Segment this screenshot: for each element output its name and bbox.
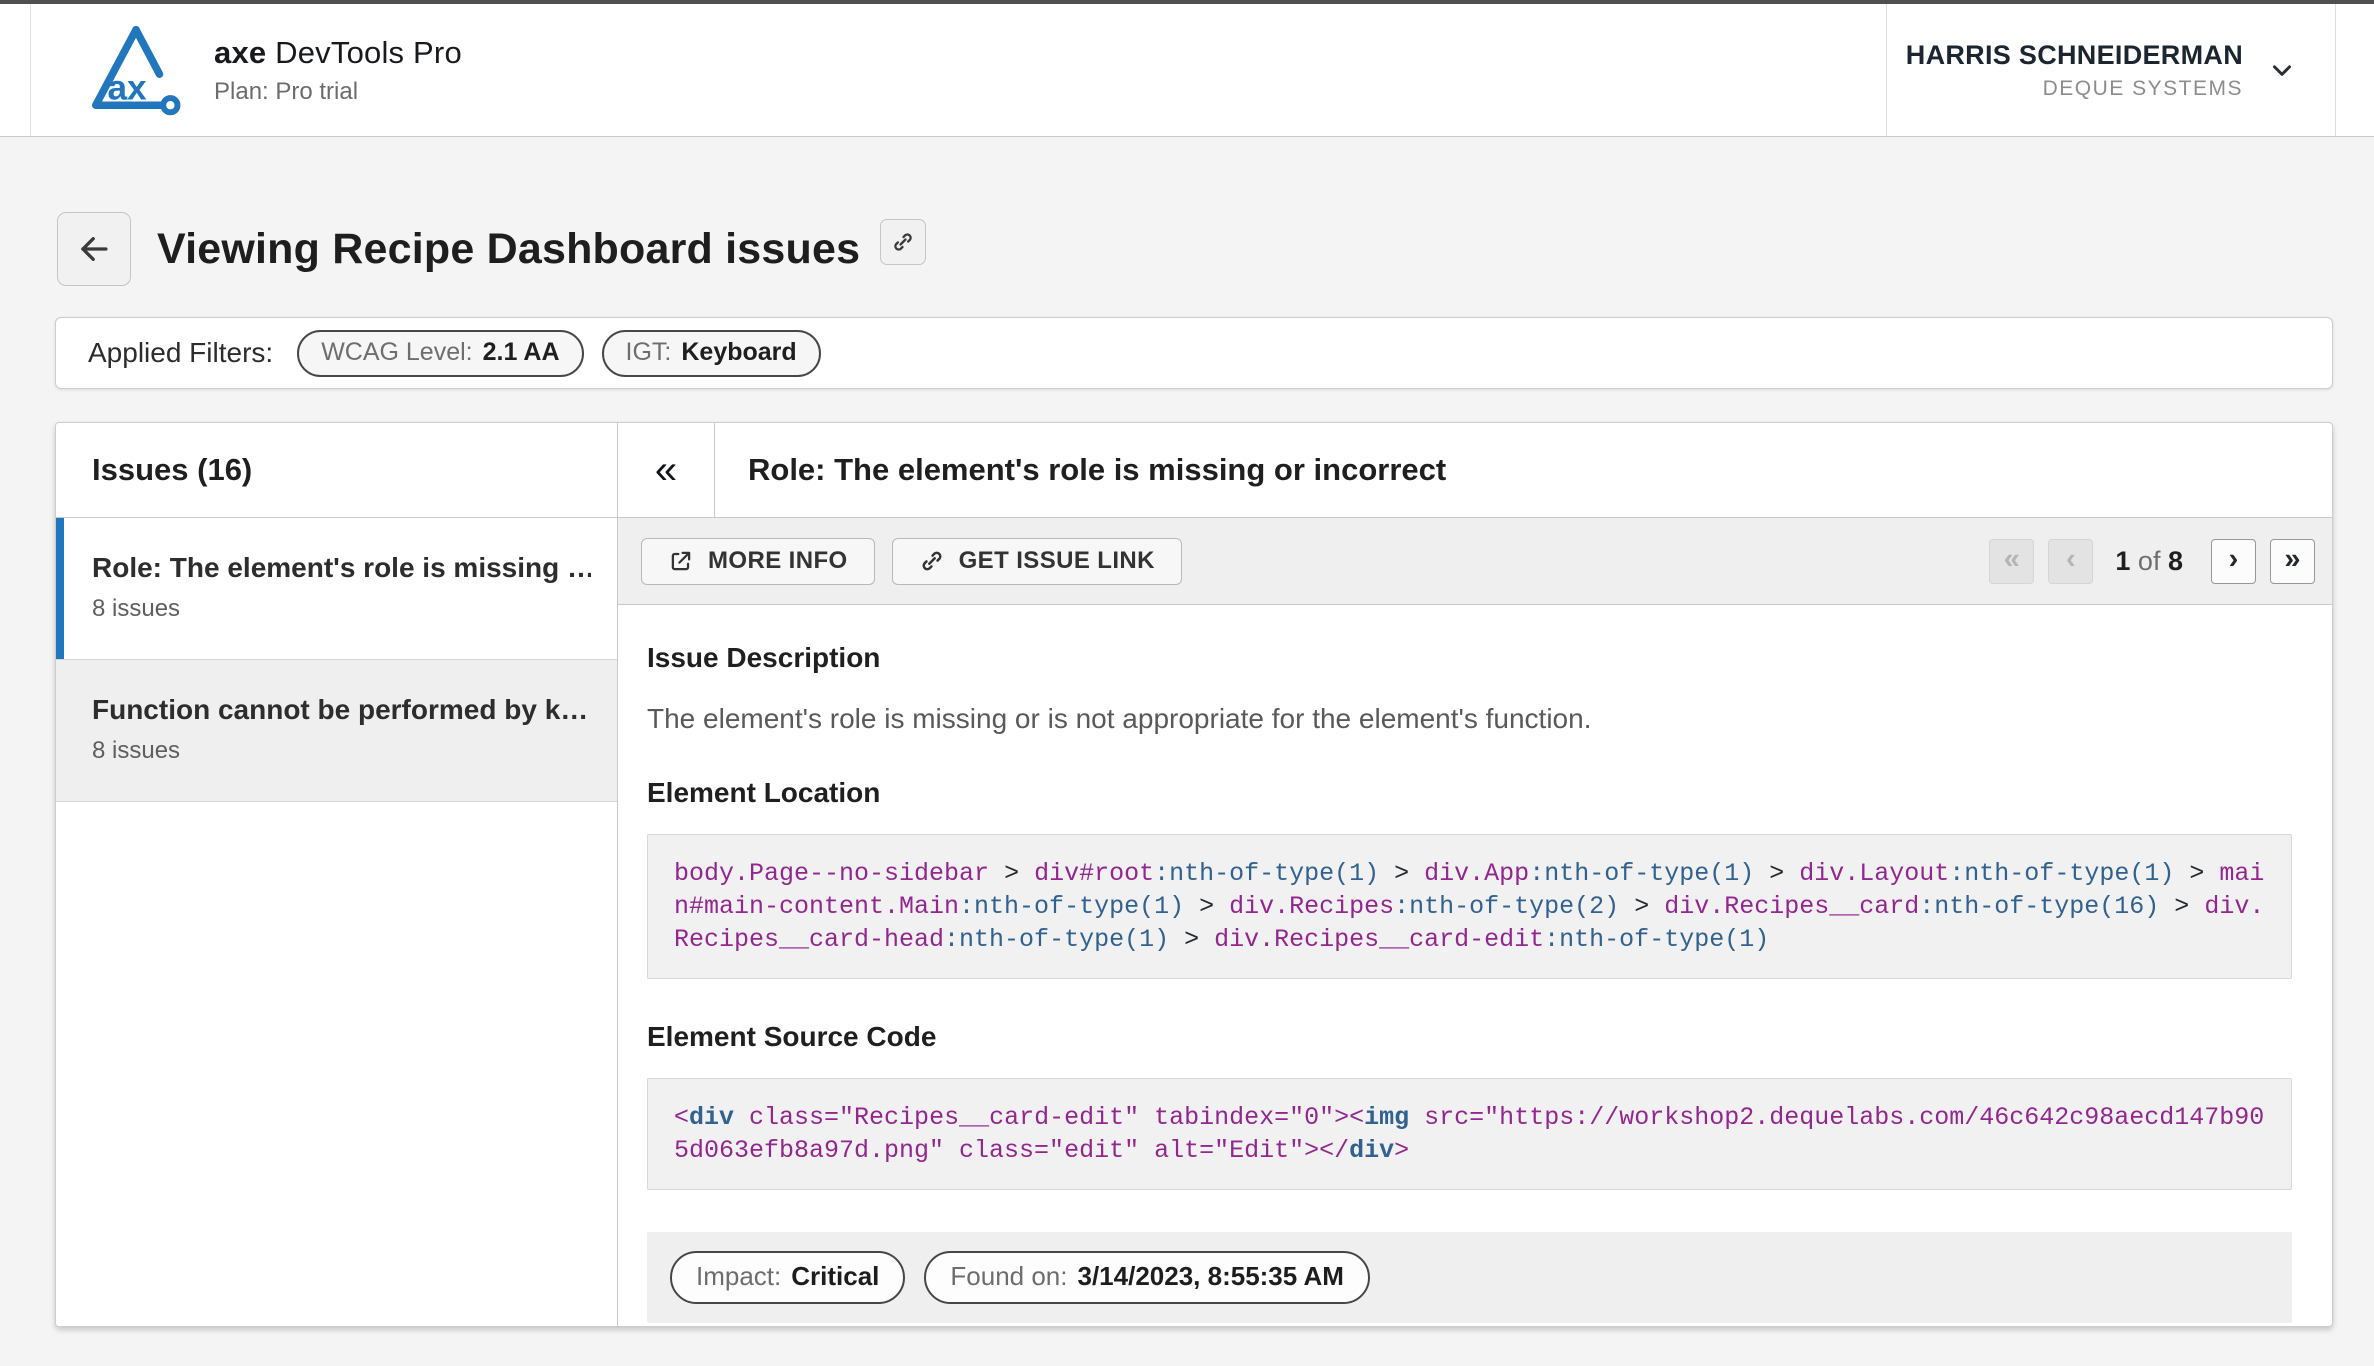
element-location-heading: Element Location bbox=[647, 777, 2292, 809]
element-source-heading: Element Source Code bbox=[647, 1021, 2292, 1053]
issue-group-count: 8 issues bbox=[92, 594, 591, 624]
element-source-code: <div class="Recipes__card-edit" tabindex… bbox=[647, 1078, 2292, 1190]
collapse-sidebar-button[interactable]: « bbox=[618, 423, 715, 517]
issue-detail-title: Role: The element's role is missing or i… bbox=[715, 423, 1446, 517]
link-icon bbox=[891, 230, 915, 254]
app-header: ax axe DevTools Pro Plan: Pro trial HARR… bbox=[0, 4, 2374, 137]
issue-pager: « ‹ 1 of 8 › » bbox=[1975, 539, 2315, 584]
issue-toolbar: MORE INFO GET ISSUE LINK « ‹ 1 of 8 › » bbox=[618, 518, 2332, 605]
issue-group-item-role[interactable]: Role: The element's role is missing … 8 … bbox=[56, 518, 617, 660]
applied-filters-bar: Applied Filters: WCAG Level: 2.1 AA IGT:… bbox=[55, 317, 2333, 389]
user-text: HARRIS SCHNEIDERMAN DEQUE SYSTEMS bbox=[1906, 40, 2243, 101]
issues-main-card: Issues (16) Role: The element's role is … bbox=[55, 422, 2333, 1327]
issue-group-title: Function cannot be performed by k… bbox=[92, 692, 591, 728]
header-divider bbox=[30, 4, 31, 136]
brand-block: axe DevTools Pro Plan: Pro trial bbox=[214, 35, 462, 106]
applied-filters-label: Applied Filters: bbox=[88, 337, 273, 369]
issue-group-count: 8 issues bbox=[92, 736, 591, 766]
issues-sidebar: Issues (16) Role: The element's role is … bbox=[56, 423, 618, 1326]
filter-chip-igt[interactable]: IGT: Keyboard bbox=[602, 330, 821, 377]
plan-label: Plan: Pro trial bbox=[214, 78, 462, 106]
issue-detail-pane: « Role: The element's role is missing or… bbox=[618, 423, 2332, 1326]
logo-text: ax bbox=[107, 68, 147, 107]
first-issue-button[interactable]: « bbox=[1989, 539, 2034, 584]
app-title: axe DevTools Pro bbox=[214, 35, 462, 71]
page-title-row: Viewing Recipe Dashboard issues bbox=[57, 212, 2374, 286]
impact-badge: Impact: Critical bbox=[670, 1251, 905, 1304]
selected-indicator-bar bbox=[56, 518, 64, 659]
found-on-badge: Found on: 3/14/2023, 8:55:35 AM bbox=[924, 1251, 1370, 1304]
filter-chip-wcag[interactable]: WCAG Level: 2.1 AA bbox=[297, 330, 583, 377]
user-name: HARRIS SCHNEIDERMAN bbox=[1906, 40, 2243, 71]
user-menu-button[interactable]: HARRIS SCHNEIDERMAN DEQUE SYSTEMS bbox=[1886, 4, 2336, 136]
external-link-icon bbox=[668, 548, 694, 574]
issue-detail-content: Issue Description The element's role is … bbox=[618, 605, 2332, 1326]
page-title: Viewing Recipe Dashboard issues bbox=[157, 225, 860, 274]
copy-page-link-button[interactable] bbox=[880, 219, 926, 265]
user-organization: DEQUE SYSTEMS bbox=[1906, 77, 2243, 101]
issue-group-title: Role: The element's role is missing … bbox=[92, 550, 591, 586]
pager-status: 1 of 8 bbox=[2115, 546, 2183, 577]
get-issue-link-button[interactable]: GET ISSUE LINK bbox=[892, 538, 1182, 585]
last-issue-button[interactable]: » bbox=[2270, 539, 2315, 584]
next-issue-button[interactable]: › bbox=[2211, 539, 2256, 584]
issue-meta-strip: Impact: Critical Found on: 3/14/2023, 8:… bbox=[647, 1232, 2292, 1323]
axe-logo-icon: ax bbox=[84, 23, 188, 117]
element-location-code: body.Page--no-sidebar > div#root:nth-of-… bbox=[647, 834, 2292, 979]
issue-description-heading: Issue Description bbox=[647, 642, 2292, 674]
previous-issue-button[interactable]: ‹ bbox=[2048, 539, 2093, 584]
more-info-button[interactable]: MORE INFO bbox=[641, 538, 875, 585]
issue-group-item-keyboard[interactable]: Function cannot be performed by k… 8 iss… bbox=[56, 660, 617, 802]
back-button[interactable] bbox=[57, 212, 131, 286]
issue-detail-header: « Role: The element's role is missing or… bbox=[618, 423, 2332, 518]
chevron-down-icon bbox=[2267, 55, 2297, 85]
issues-count-heading: Issues (16) bbox=[56, 423, 617, 518]
link-icon bbox=[919, 548, 945, 574]
arrow-left-icon bbox=[75, 230, 113, 268]
issue-description-text: The element's role is missing or is not … bbox=[647, 703, 2292, 735]
